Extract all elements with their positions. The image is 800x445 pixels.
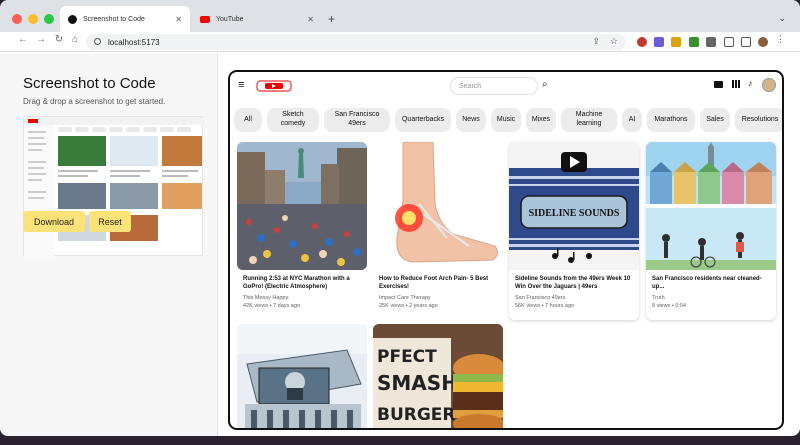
chip-resolutions[interactable]: Resolutions [735,108,782,132]
extension-icon[interactable] [671,37,681,47]
avatar[interactable] [762,78,776,92]
chip-machine-learning[interactable]: Machine learning [561,108,617,132]
sideline-sounds-text: SIDELINE SOUNDS [529,208,620,219]
san-francisco-thumbnail-image [646,142,776,270]
video-meta: 25K views • 2 years ago [379,302,438,309]
screenshot-preview [23,116,204,257]
tab-youtube[interactable]: YouTube ✕ [192,6,322,32]
video-card[interactable]: PFECT SMASH BURGER [373,324,503,428]
video-thumbnail[interactable] [237,324,367,428]
browser-window: Screenshot to Code ✕ YouTube ✕ + ⌄ ← → ↻… [0,0,800,436]
video-meta: 56K views • 7 hours ago [515,302,575,309]
minimize-window-button[interactable] [28,14,38,24]
apps-grid-icon[interactable] [732,80,740,88]
video-channel[interactable]: San Francisco 49ers [509,295,639,302]
burger-text-line2: SMASH [377,371,458,395]
page-title: Screenshot to Code [23,75,156,92]
screenshot-to-code-panel: Screenshot to Code Drag & drop a screens… [0,53,218,436]
screenshot-to-code-favicon-icon [68,14,77,24]
chip-bar: All Sketch comedy San Francisco 49ers Qu… [234,108,782,132]
video-channel[interactable]: Impact Care Therapy [373,295,503,302]
generated-youtube-preview: ≡ Search ⌕ ♪ All Sketch comedy San Franc… [228,70,784,430]
menu-dots-icon[interactable]: ⋮ [776,34,786,44]
chip-music[interactable]: Music [491,108,521,132]
search-icon[interactable]: ⌕ [542,79,548,90]
chip-all[interactable]: All [234,108,262,132]
reload-icon[interactable]: ↻ [52,34,66,45]
home-icon[interactable]: ⌂ [68,34,82,45]
video-card[interactable]: SIDELINE SOUNDS Sideline Sounds from the… [509,142,639,320]
video-card[interactable] [237,324,367,428]
tab-title: YouTube [216,15,244,23]
download-button[interactable]: Download [23,211,85,232]
url-text: localhost:5173 [108,37,160,47]
youtube-favicon-icon [200,15,210,23]
sideline-sounds-thumbnail-image: SIDELINE SOUNDS [509,142,639,270]
reset-button[interactable]: Reset [89,211,131,232]
video-title[interactable]: Sideline Sounds from the 49ers Week 10 W… [509,276,639,292]
extension-icon[interactable] [654,37,664,47]
tab-title: Screenshot to Code [83,15,145,23]
hamburger-menu-icon[interactable]: ≡ [238,80,244,91]
video-title[interactable]: Running 2:53 at NYC Marathon with a GoPr… [237,276,367,292]
zoom-window-button[interactable] [44,14,54,24]
chip-news[interactable]: News [456,108,486,132]
marathon-thumbnail-image [237,142,367,270]
chip-sketch-comedy[interactable]: Sketch comedy [267,108,319,132]
chip-ai[interactable]: AI [622,108,642,132]
video-camera-icon[interactable] [714,81,723,88]
address-bar[interactable]: localhost:5173 ⇪ ☆ [86,34,626,50]
puzzle-icon[interactable] [706,37,716,47]
bell-icon[interactable]: ♪ [748,78,753,88]
chip-san-francisco-49ers[interactable]: San Francisco 49ers [324,108,390,132]
browser-toolbar: ← → ↻ ⌂ localhost:5173 ⇪ ☆ ⋮ [0,32,800,52]
video-thumbnail[interactable] [373,142,503,270]
video-thumbnail[interactable]: SIDELINE SOUNDS [509,142,639,270]
video-card[interactable]: San Francisco residents near cleaned-up.… [646,142,776,320]
video-thumbnail[interactable]: PFECT SMASH BURGER [373,324,503,428]
share-icon[interactable]: ⇪ [592,36,600,47]
close-window-button[interactable] [12,14,22,24]
tab-screenshot-to-code[interactable]: Screenshot to Code ✕ [60,6,190,32]
bookmark-star-icon[interactable]: ☆ [610,36,618,47]
stadium-building-thumbnail-image [237,324,367,428]
profile-avatar[interactable] [758,37,768,47]
search-input[interactable]: Search [450,77,538,95]
screenshot-preview-image [24,117,204,257]
back-arrow-icon[interactable]: ← [16,34,30,45]
chip-mixes[interactable]: Mixes [526,108,556,132]
burger-text-line3: BURGER [377,405,456,425]
tab-bar: Screenshot to Code ✕ YouTube ✕ + ⌄ [0,0,800,32]
new-tab-icon[interactable]: + [328,12,335,26]
chip-marathons[interactable]: Marathons [647,108,695,132]
forward-arrow-icon[interactable]: → [34,34,48,45]
site-info-icon[interactable] [94,38,101,45]
video-channel[interactable]: This Messy Happy. [237,295,367,302]
video-title[interactable]: San Francisco residents near cleaned-up.… [646,276,776,292]
video-thumbnail[interactable] [237,142,367,270]
close-tab-icon[interactable]: ✕ [307,15,314,24]
video-channel[interactable]: Truth [646,295,776,302]
extension-icon[interactable] [637,37,647,47]
video-meta: 42K views • 7 days ago [243,302,300,309]
chevron-down-icon[interactable]: ⌄ [778,13,786,24]
video-title[interactable]: How to Reduce Foot Arch Pain- 5 Best Exe… [373,276,503,292]
download-icon[interactable] [724,37,734,47]
extension-icon[interactable] [689,37,699,47]
video-card[interactable]: Running 2:53 at NYC Marathon with a GoPr… [237,142,367,310]
foot-thumbnail-image [373,142,503,270]
chip-quarterbacks[interactable]: Quarterbacks [395,108,451,132]
video-meta: 8 views • 0:04 [652,302,687,309]
video-card[interactable]: How to Reduce Foot Arch Pain- 5 Best Exe… [373,142,503,310]
youtube-header: ≡ Search ⌕ ♪ [230,72,782,100]
smash-burger-thumbnail-image: PFECT SMASH BURGER [373,324,503,428]
close-tab-icon[interactable]: ✕ [175,15,182,24]
chip-sales[interactable]: Sales [700,108,730,132]
burger-text-line1: PFECT [377,347,437,367]
video-thumbnail[interactable] [646,142,776,270]
sidebar-icon[interactable] [741,37,751,47]
youtube-logo-icon[interactable] [256,79,292,93]
page-subtitle: Drag & drop a screenshot to get started. [23,97,166,106]
